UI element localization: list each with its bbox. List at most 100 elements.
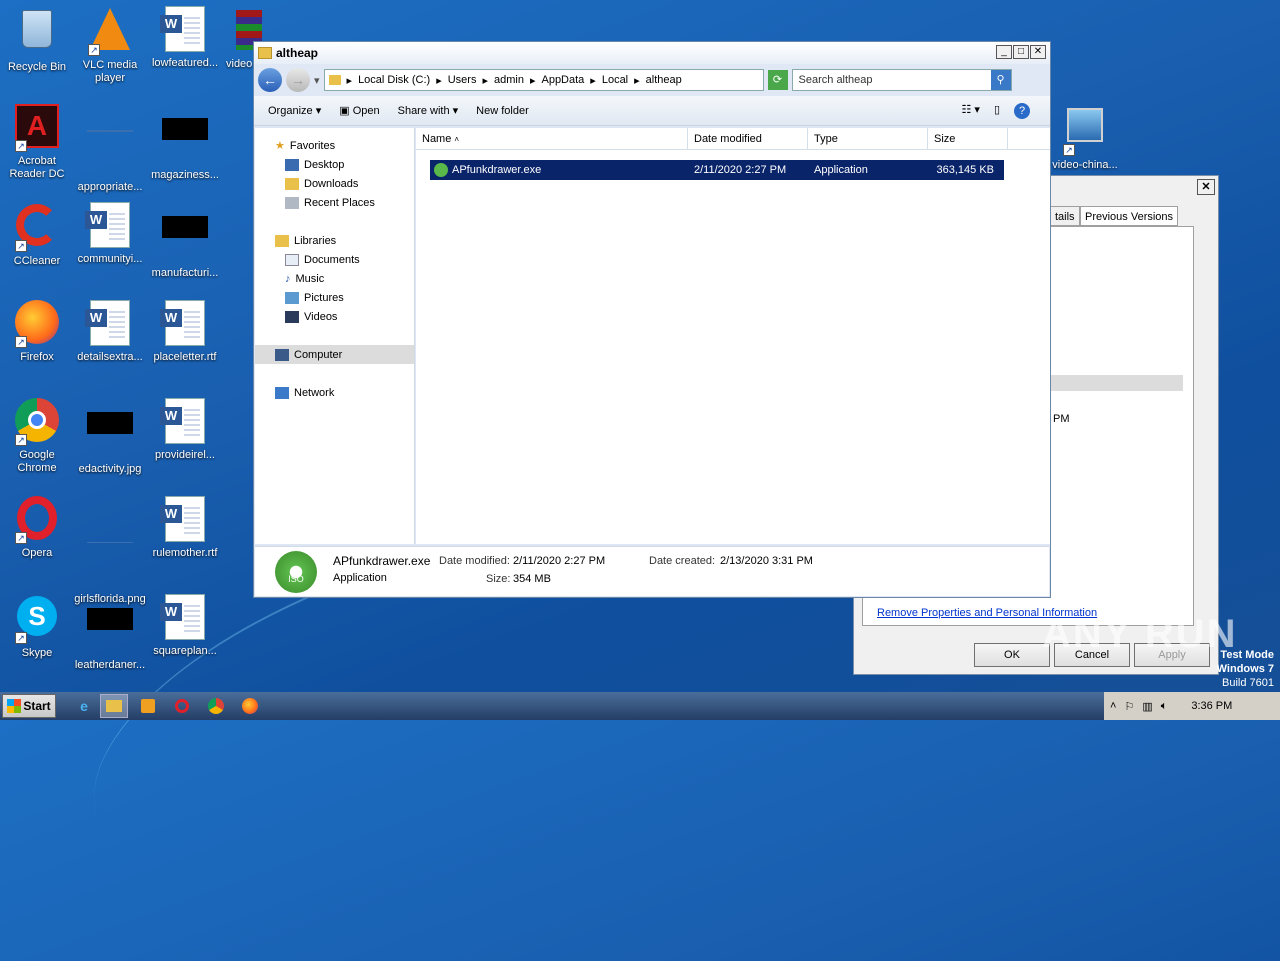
column-header-name[interactable]: Name ˄: [416, 128, 688, 149]
desktop-icon-lowfeatured[interactable]: W lowfeatured...: [148, 6, 222, 70]
breadcrumb-item[interactable]: Local: [602, 74, 628, 86]
desktop-icon-label: communityi...: [77, 253, 143, 265]
desktop-icon-label: appropriate...: [77, 181, 143, 193]
desktop-icon-acrobat[interactable]: A ↗ Acrobat Reader DC: [0, 104, 74, 181]
desktop-icon-squareplan[interactable]: W squareplan...: [148, 594, 222, 658]
desktop-icon-detailsextra[interactable]: W detailsextra...: [73, 300, 147, 364]
desktop-icon-manufacturi[interactable]: manufacturi...: [148, 202, 222, 280]
volume-icon[interactable]: 🔈︎: [1161, 700, 1168, 713]
media-player-icon[interactable]: [134, 694, 162, 718]
organize-button[interactable]: Organize ▾: [268, 104, 321, 117]
breadcrumb-item[interactable]: admin: [494, 74, 524, 86]
action-center-icon[interactable]: ⚐: [1124, 700, 1134, 713]
nav-desktop[interactable]: Desktop: [255, 155, 414, 174]
computer-icon: [275, 348, 289, 361]
search-input[interactable]: Search altheap ⚲: [791, 69, 1012, 91]
share-with-button[interactable]: Share with ▾: [398, 104, 459, 117]
nav-pictures[interactable]: Pictures: [255, 288, 414, 307]
maximize-button[interactable]: □: [1013, 45, 1029, 59]
image-file-icon: [86, 412, 134, 460]
folder-icon: [258, 47, 272, 59]
nav-downloads[interactable]: Downloads: [255, 174, 414, 193]
chevron-right-icon[interactable]: ▸: [436, 74, 442, 87]
open-button[interactable]: ▣ Open: [339, 104, 379, 117]
properties-close-button[interactable]: ✕: [1197, 179, 1215, 195]
nav-music[interactable]: ♪ Music: [255, 269, 414, 288]
view-options-icon[interactable]: ☷ ▾: [961, 103, 979, 119]
minimize-button[interactable]: _: [996, 45, 1012, 59]
file-name: APfunkdrawer.exe: [452, 164, 542, 176]
column-header-date-modified[interactable]: Date modified: [688, 128, 808, 149]
desktop-icon-edactivity[interactable]: edactivity.jpg: [73, 398, 147, 476]
desktop-icon-vlc[interactable]: ↗ VLC media player: [73, 6, 147, 85]
nav-favorites[interactable]: ★ Favorites: [255, 136, 414, 155]
nav-videos[interactable]: Videos: [255, 307, 414, 326]
column-header-size[interactable]: Size: [928, 128, 1008, 149]
chrome-taskbar-icon[interactable]: [202, 694, 230, 718]
desktop-icon-skype[interactable]: S ↗ Skype: [0, 594, 74, 660]
videos-icon: [285, 310, 299, 323]
desktop-icon-girlsflorida[interactable]: girlsflorida.png: [73, 496, 147, 606]
opera-taskbar-icon[interactable]: [168, 694, 196, 718]
network-icon: [275, 386, 289, 399]
title-bar[interactable]: altheap _ □ ✕: [254, 42, 1050, 64]
desktop-icon-label: detailsextra...: [77, 351, 143, 363]
preview-pane-icon[interactable]: ▯: [994, 103, 1000, 119]
breadcrumb-item[interactable]: Users: [448, 74, 477, 86]
network-tray-icon[interactable]: ▥: [1142, 700, 1152, 713]
help-icon[interactable]: ?: [1014, 102, 1030, 119]
nav-network[interactable]: Network: [255, 383, 414, 402]
breadcrumb[interactable]: ▸ Local Disk (C:) ▸ Users ▸ admin ▸ AppD…: [323, 69, 764, 91]
breadcrumb-item[interactable]: altheap: [646, 74, 682, 86]
chevron-right-icon[interactable]: ▸: [347, 74, 353, 87]
ie-icon[interactable]: e: [70, 694, 98, 718]
show-hidden-icons-icon[interactable]: ˄: [1110, 700, 1116, 712]
recycle-bin-icon: [13, 10, 61, 58]
desktop-icon-recycle-bin[interactable]: Recycle Bin: [0, 6, 74, 74]
recent-pages-dropdown-icon[interactable]: ▾: [314, 74, 320, 87]
desktop-icon-label: Google Chrome: [17, 449, 57, 474]
ccleaner-icon: ↗: [13, 204, 61, 252]
nav-documents[interactable]: Documents: [255, 250, 414, 269]
table-row[interactable]: APfunkdrawer.exe 2/11/2020 2:27 PM Appli…: [430, 160, 1004, 180]
nav-libraries[interactable]: Libraries: [255, 231, 414, 250]
start-button[interactable]: Start: [2, 694, 56, 718]
desktop-icon-rulemother[interactable]: W rulemother.rtf: [148, 496, 222, 560]
chevron-right-icon[interactable]: ▸: [634, 74, 640, 87]
desktop-icon-magaziness[interactable]: magaziness...: [148, 104, 222, 182]
close-button[interactable]: ✕: [1030, 45, 1046, 59]
search-icon[interactable]: ⚲: [990, 70, 1011, 90]
back-button[interactable]: ←: [258, 68, 282, 92]
new-folder-button[interactable]: New folder: [476, 105, 529, 117]
desktop-icon-communityi[interactable]: W communityi...: [73, 202, 147, 266]
explorer-taskbar-icon[interactable]: [100, 694, 128, 718]
desktop-icon-chrome[interactable]: ↗ Google Chrome: [0, 398, 74, 475]
desktop-icon-provideirel[interactable]: W provideirel...: [148, 398, 222, 462]
nav-computer[interactable]: Computer: [255, 345, 414, 364]
column-header-type[interactable]: Type: [808, 128, 928, 149]
desktop-icon-firefox[interactable]: ↗ Firefox: [0, 300, 74, 364]
desktop-icon-opera[interactable]: ↗ Opera: [0, 496, 74, 560]
tab-details[interactable]: tails: [1050, 206, 1080, 226]
tab-previous-versions[interactable]: Previous Versions: [1080, 206, 1179, 226]
chevron-right-icon[interactable]: ▸: [590, 74, 596, 87]
desktop-icon-label: magaziness...: [151, 169, 219, 181]
desktop-icon-leatherdaner[interactable]: leatherdaner...: [73, 594, 147, 672]
desktop-icon-label: squareplan...: [153, 645, 217, 657]
breadcrumb-item[interactable]: AppData: [541, 74, 584, 86]
forward-button[interactable]: →: [286, 68, 310, 92]
desktop-icon-video-china[interactable]: ↗ video-china...: [1048, 104, 1122, 172]
desktop-icon-placeletter[interactable]: W placeletter.rtf: [148, 300, 222, 364]
firefox-taskbar-icon[interactable]: [236, 694, 264, 718]
chevron-right-icon[interactable]: ▸: [482, 74, 488, 87]
desktop-icon-appropriate[interactable]: appropriate...: [73, 104, 147, 194]
chevron-right-icon[interactable]: ▸: [530, 74, 536, 87]
clock[interactable]: 3:36 PM: [1191, 700, 1232, 712]
ok-button[interactable]: OK: [974, 643, 1050, 667]
desktop-icon-ccleaner[interactable]: ↗ CCleaner: [0, 202, 74, 268]
breadcrumb-item[interactable]: Local Disk (C:): [358, 74, 430, 86]
nav-recent-places[interactable]: Recent Places: [255, 193, 414, 212]
refresh-icon[interactable]: ⟳: [767, 70, 788, 90]
details-date-created: 2/13/2020 3:31 PM: [720, 555, 813, 567]
recent-places-icon: [285, 196, 299, 209]
